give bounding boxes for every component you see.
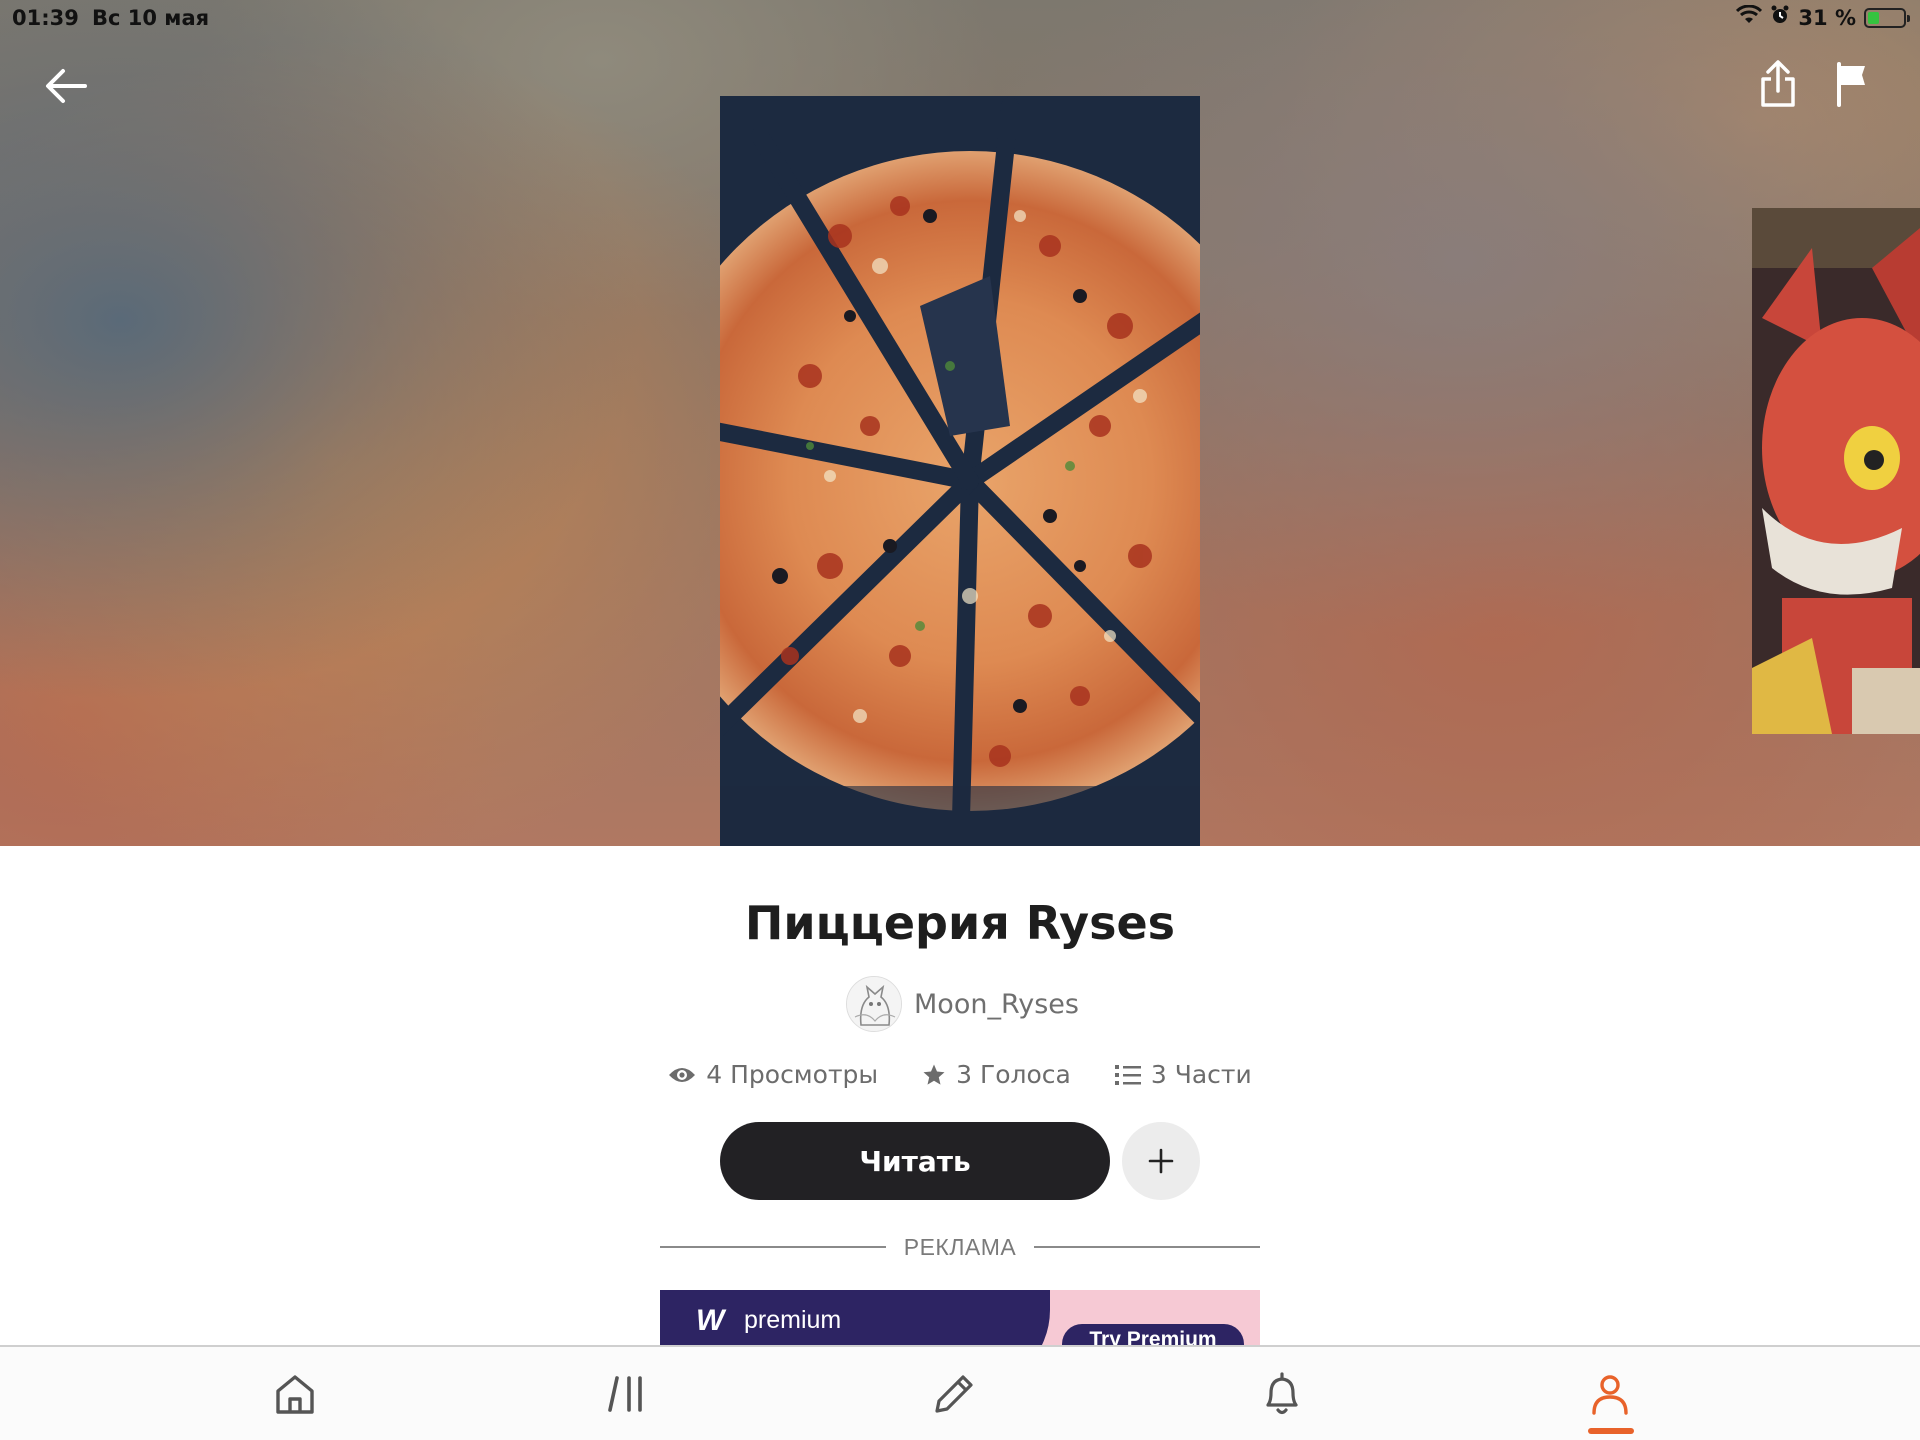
active-tab-indicator (1588, 1428, 1634, 1434)
author-name: Moon_Ryses (914, 988, 1079, 1020)
flag-icon (1837, 62, 1865, 107)
share-button[interactable] (1748, 54, 1808, 114)
author-avatar-image (847, 977, 901, 1031)
wifi-icon (1736, 4, 1763, 30)
home-icon (276, 1374, 314, 1414)
pencil-icon (935, 1374, 973, 1413)
report-button[interactable] (1822, 54, 1882, 114)
fox-character-image (1752, 208, 1920, 734)
list-icon (1114, 1064, 1141, 1085)
bottom-tab-bar (0, 1345, 1920, 1440)
story-cover[interactable] (720, 96, 1200, 846)
votes-count: 3 Голоса (956, 1060, 1071, 1089)
status-bar: 01:39 Вс 10 мая 31 % (0, 0, 1920, 36)
ad-divider: РЕКЛАМА (660, 1232, 1261, 1262)
status-date: Вс 10 мая (92, 6, 210, 30)
tab-write[interactable] (904, 1347, 1004, 1440)
divider-line-right (1034, 1246, 1261, 1248)
parts-stat: 3 Части (1114, 1060, 1252, 1089)
hero-header: 01:39 Вс 10 мая 31 % (0, 0, 1920, 846)
library-icon (608, 1375, 642, 1412)
alarm-icon (1770, 5, 1790, 30)
tab-home[interactable] (245, 1347, 345, 1440)
battery-fill (1868, 11, 1879, 24)
tab-profile[interactable] (1560, 1347, 1660, 1440)
star-icon (923, 1064, 945, 1085)
battery-percent: 31 % (1798, 5, 1856, 30)
views-stat: 4 Просмотры (668, 1060, 878, 1089)
premium-ad-banner[interactable]: W premium Try Premium (660, 1290, 1260, 1346)
views-count: 4 Просмотры (706, 1060, 879, 1089)
tab-notifications[interactable] (1232, 1347, 1332, 1440)
back-button[interactable] (36, 56, 96, 116)
author-link[interactable]: Moon_Ryses (846, 974, 1079, 1034)
bell-icon (1266, 1371, 1298, 1414)
plus-icon (1148, 1148, 1174, 1174)
votes-stat: 3 Голоса (922, 1060, 1071, 1089)
user-icon (1592, 1374, 1628, 1415)
add-to-library-button[interactable] (1122, 1122, 1200, 1200)
parts-count: 3 Части (1150, 1060, 1252, 1089)
status-indicators: 31 % (1736, 4, 1910, 30)
tab-library[interactable] (577, 1347, 677, 1440)
avatar (846, 976, 902, 1032)
share-icon (1761, 60, 1795, 107)
battery-icon (1864, 7, 1910, 28)
try-premium-button[interactable]: Try Premium (1062, 1324, 1244, 1346)
read-button[interactable]: Читать (720, 1122, 1110, 1200)
divider-line-left (660, 1246, 886, 1248)
ad-brand-text: premium (744, 1306, 842, 1334)
arrow-left-icon (46, 69, 87, 103)
next-story-cover[interactable] (1752, 208, 1920, 734)
story-stats: 4 Просмотры 3 Голоса 3 Части (0, 1060, 1920, 1089)
story-title: Пиццерия Ryses (744, 896, 1176, 950)
status-time: 01:39 (12, 6, 79, 30)
ad-label: РЕКЛАМА (903, 1233, 1017, 1260)
wattpad-logo-icon: W (696, 1304, 725, 1337)
eye-icon (669, 1067, 696, 1082)
pizza-cover-image (720, 96, 1200, 846)
